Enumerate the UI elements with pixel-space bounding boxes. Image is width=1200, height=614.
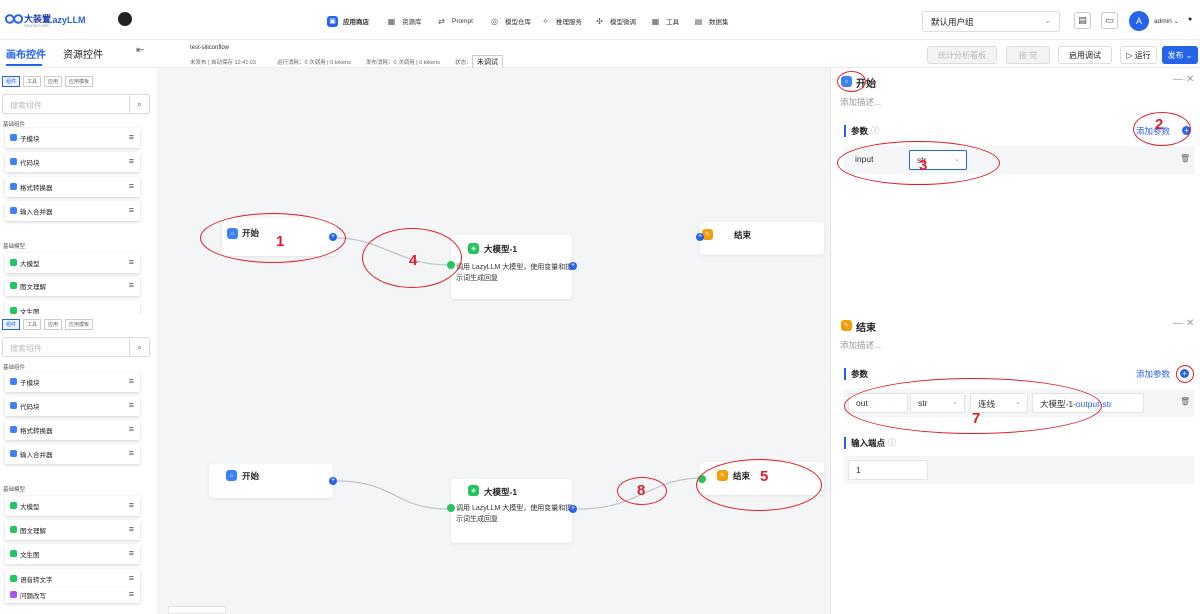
end-config-panel: ✎ 结束 — ✕ 添加描述... 参数 添加参数 + out str ⌄ 连线 ⌄ … — [830, 314, 1200, 614]
annotation-circle — [696, 459, 822, 511]
debug-button[interactable]: 启用调试 — [1058, 46, 1112, 64]
output-port[interactable]: + — [569, 262, 577, 270]
minimap[interactable] — [168, 606, 226, 614]
annotation-label: 4 — [409, 252, 418, 269]
close-icon[interactable]: ✕ — [1186, 74, 1194, 85]
annotation-label: 8 — [637, 482, 646, 499]
node-title: 结束 — [734, 230, 752, 240]
run-label: 运行 — [1134, 50, 1151, 60]
node-description: 调用 LazyLLM 大模型，使用变量和提示词生成回复 — [456, 505, 573, 523]
publish-preview-button[interactable]: 接 觉 — [1006, 46, 1050, 64]
description-field[interactable]: 添加描述... — [840, 96, 881, 108]
help-icon[interactable]: ⓘ — [871, 125, 879, 136]
stats-dashboard-button[interactable]: 统计分析看板 — [927, 46, 997, 64]
node-title: 大模型-1 — [484, 487, 518, 497]
document-icon[interactable]: ▤ — [1074, 12, 1091, 29]
user-group-value: 默认用户组 — [931, 17, 974, 27]
llm-node[interactable]: ◈ 大模型-1 调用 LazyLLM 大模型，使用变量和提示词生成回复 + — [447, 235, 577, 299]
description-field[interactable]: 添加描述... — [840, 339, 881, 351]
trash-icon[interactable]: 🗑 — [1180, 154, 1190, 163]
start-node[interactable]: ⌂ 开始 + — [209, 464, 337, 498]
output-port[interactable]: + — [569, 505, 577, 513]
llm-icon: ◈ — [468, 243, 479, 254]
llm-node[interactable]: ◈ 大模型-1 调用 LazyLLM 大模型，使用变量和提示词生成回复 + — [447, 479, 577, 543]
bell-icon[interactable]: ● — [1188, 16, 1192, 23]
annotation-label: 7 — [972, 410, 981, 427]
input-port[interactable]: + — [696, 233, 704, 241]
node-title: 大模型-1 — [484, 244, 518, 254]
end-node[interactable]: ✎ 结束 + — [696, 222, 824, 255]
run-button[interactable]: ▷ 运行 — [1120, 46, 1157, 64]
input-port[interactable] — [447, 504, 455, 512]
chevron-down-icon: ⌄ — [1044, 16, 1051, 25]
avatar[interactable]: A — [1129, 11, 1149, 31]
close-icon[interactable]: ✕ — [1186, 318, 1194, 329]
annotation-label: 1 — [276, 233, 285, 250]
user-group-select[interactable]: 默认用户组 ⌄ — [922, 11, 1060, 32]
annotation-label: 3 — [919, 157, 928, 174]
output-port[interactable]: + — [329, 477, 337, 485]
params-section-title: 参数 — [844, 125, 868, 137]
annotation-circle — [837, 71, 866, 92]
username-text: admin — [1154, 18, 1172, 25]
start-config-panel: ⌂ 开始 — ✕ 添加描述... 参数 ⓘ 添加参数 + input str ⌄ … — [830, 68, 1200, 314]
annotation-circle — [1176, 365, 1194, 383]
trash-icon[interactable]: 🗑 — [1180, 397, 1190, 406]
annotation-label: 5 — [760, 468, 769, 485]
minimize-icon[interactable]: — — [1173, 74, 1183, 85]
annotation-circle — [200, 213, 346, 263]
end-icon: ✎ — [841, 320, 852, 331]
node-title: 开始 — [242, 471, 260, 481]
annotation-label: 2 — [1155, 116, 1164, 133]
llm-icon: ◈ — [468, 485, 479, 496]
node-description: 调用 LazyLLM 大模型，使用变量和提示词生成回复 — [456, 264, 573, 282]
username[interactable]: admin ⌄ — [1154, 17, 1179, 25]
start-icon: ⌂ — [226, 470, 237, 481]
publish-label: 发布 — [1167, 50, 1184, 60]
ports-count-input[interactable]: 1 — [848, 460, 928, 480]
params-section-title: 参数 — [844, 368, 868, 380]
edges — [336, 237, 703, 510]
ports-section-title: 输入端点 — [844, 437, 885, 449]
publish-button[interactable]: 发布 ⌄ — [1162, 46, 1198, 64]
minimize-icon[interactable]: — — [1173, 318, 1183, 329]
help-icon[interactable]: ⓘ — [888, 437, 896, 448]
play-icon: ▷ — [1126, 50, 1135, 60]
add-param-button[interactable]: 添加参数 — [1136, 368, 1170, 380]
monitor-icon[interactable]: ▭ — [1101, 12, 1118, 29]
ports-row: 1 — [844, 456, 1194, 484]
panel-title[interactable]: 结束 — [856, 319, 876, 334]
chevron-down-icon: ⌄ — [1183, 50, 1193, 60]
